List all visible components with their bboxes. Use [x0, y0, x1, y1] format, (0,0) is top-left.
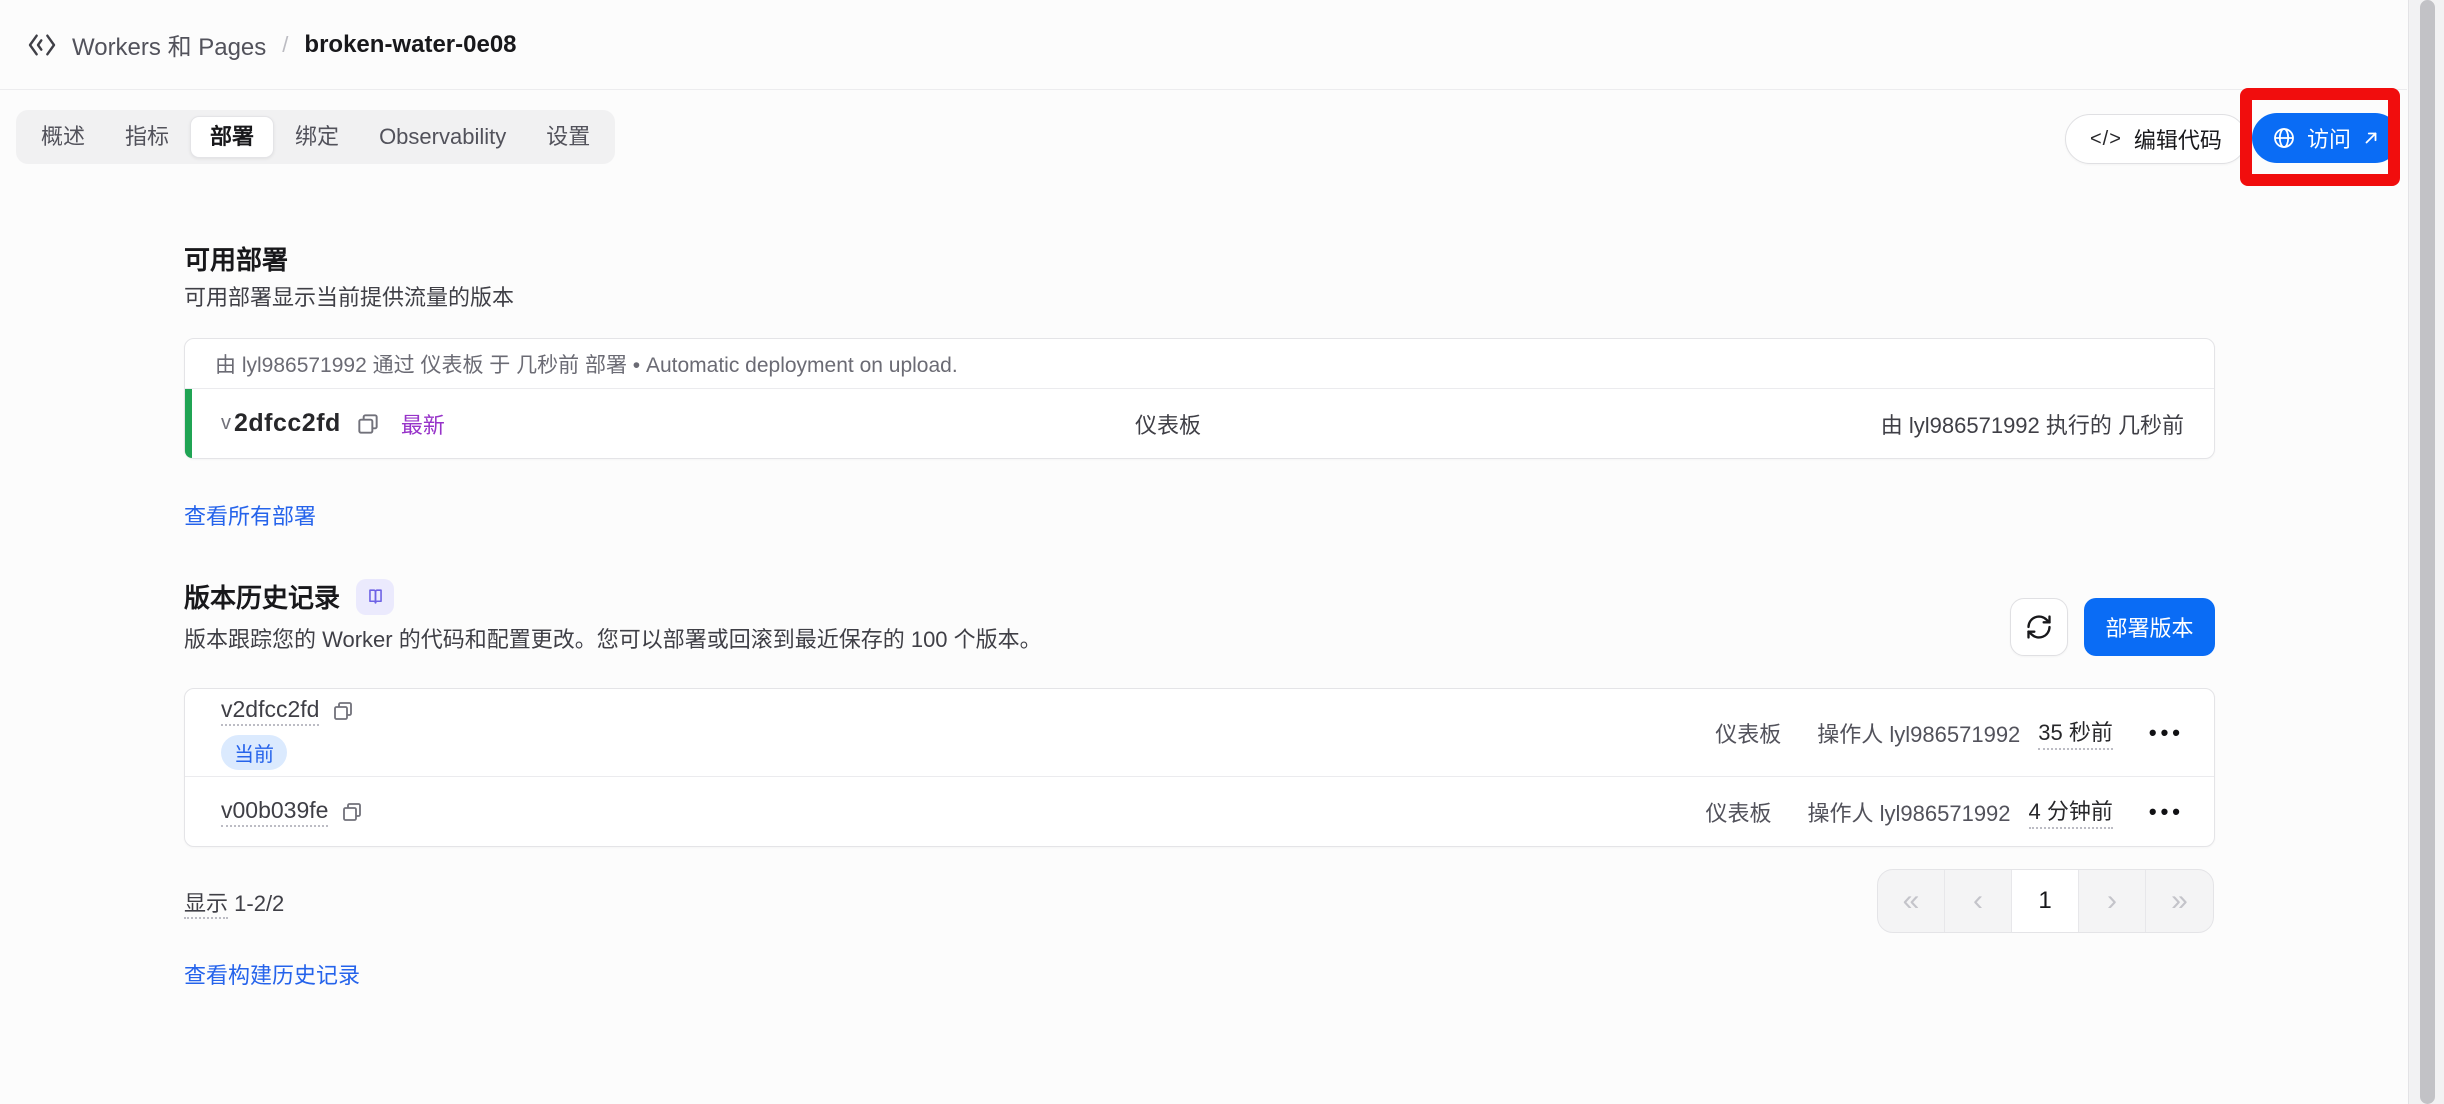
deployment-meta: 由 lyl986571992 通过 仪表板 于 几秒前 部署 • Automat…	[185, 339, 2214, 389]
active-deployment-row: v 2dfcc2fd 最新 仪表板 由 lyl986571992 执行的 几秒前	[185, 389, 2214, 458]
tab-bar: 概述 指标 部署 绑定 Observability 设置	[16, 110, 615, 164]
row-menu-button[interactable]: •••	[2149, 807, 2184, 817]
pagination: « ‹ 1 › »	[1877, 869, 2214, 933]
row-operator: 操作人 lyl986571992	[1817, 717, 2020, 749]
version-hash: 2dfcc2fd	[234, 409, 341, 438]
pagination-last-button[interactable]: »	[2146, 870, 2213, 932]
deployment-source: 仪表板	[1135, 408, 1201, 440]
scrollbar-track[interactable]	[2408, 0, 2444, 1104]
pagination-first-button[interactable]: «	[1878, 870, 1945, 932]
version-history-title: 版本历史记录	[184, 578, 340, 615]
version-link[interactable]: v2dfcc2fd	[221, 696, 319, 726]
tab-observability[interactable]: Observability	[360, 116, 525, 158]
showing-range: 1-2/2	[234, 891, 284, 916]
breadcrumb-section[interactable]: Workers 和 Pages	[72, 27, 266, 62]
current-badge: 当前	[221, 735, 287, 770]
version-history-subtitle: 版本跟踪您的 Worker 的代码和配置更改。您可以部署或回滚到最近保存的 10…	[184, 622, 1042, 654]
row-time[interactable]: 35 秒前	[2038, 715, 2113, 750]
book-icon	[366, 587, 385, 606]
tab-overview[interactable]: 概述	[22, 116, 104, 158]
available-deployments-subtitle: 可用部署显示当前提供流量的版本	[184, 280, 514, 312]
version-link[interactable]: v00b039fe	[221, 797, 328, 827]
breadcrumb: Workers 和 Pages / broken-water-0e08	[0, 0, 2407, 90]
latest-badge[interactable]: 最新	[401, 408, 445, 440]
copy-icon[interactable]	[355, 411, 381, 437]
deployment-executed-by: 由 lyl986571992 执行的 几秒前	[1881, 408, 2214, 440]
copy-icon[interactable]	[331, 699, 355, 723]
tab-metrics[interactable]: 指标	[106, 116, 188, 158]
active-deployment-card: 由 lyl986571992 通过 仪表板 于 几秒前 部署 • Automat…	[184, 338, 2215, 459]
breadcrumb-current: broken-water-0e08	[304, 31, 516, 59]
row-source: 仪表板	[1706, 796, 1772, 828]
showing-count: 显示 1-2/2	[184, 886, 284, 918]
version-row: v00b039fe 仪表板 操作人 lyl986571992 4 分钟前 •••	[185, 777, 2214, 846]
row-source: 仪表板	[1715, 717, 1781, 749]
code-icon: </>	[2090, 128, 2122, 151]
tab-deployments[interactable]: 部署	[190, 116, 274, 158]
version-row: v2dfcc2fd 当前 仪表板 操作人 lyl986571992 35 秒前 …	[185, 689, 2214, 777]
deploy-version-button[interactable]: 部署版本	[2084, 598, 2215, 656]
pagination-next-button[interactable]: ›	[2079, 870, 2146, 932]
globe-icon	[2272, 126, 2296, 150]
breadcrumb-separator: /	[282, 32, 288, 58]
scrollbar-thumb[interactable]	[2420, 0, 2435, 1104]
view-build-history-link[interactable]: 查看构建历史记录	[184, 958, 360, 990]
tab-bindings[interactable]: 绑定	[276, 116, 358, 158]
refresh-icon	[2025, 613, 2053, 641]
edit-code-label: 编辑代码	[2134, 123, 2222, 155]
row-operator: 操作人 lyl986571992	[1808, 796, 2011, 828]
external-link-icon	[2362, 129, 2380, 147]
workers-pages-icon	[26, 29, 58, 61]
refresh-button[interactable]	[2010, 598, 2068, 656]
visit-button[interactable]: 访问	[2252, 113, 2400, 163]
version-prefix: v	[221, 412, 231, 435]
copy-icon[interactable]	[340, 800, 364, 824]
tab-settings[interactable]: 设置	[527, 116, 609, 158]
available-deployments-title: 可用部署	[184, 240, 288, 277]
showing-label: 显示	[184, 891, 228, 919]
view-all-deployments-link[interactable]: 查看所有部署	[184, 499, 316, 531]
visit-label: 访问	[2307, 122, 2351, 154]
version-history-card: v2dfcc2fd 当前 仪表板 操作人 lyl986571992 35 秒前 …	[184, 688, 2215, 847]
row-menu-button[interactable]: •••	[2149, 728, 2184, 738]
edit-code-button[interactable]: </> 编辑代码	[2065, 114, 2247, 164]
active-indicator-bar	[185, 389, 192, 458]
row-time[interactable]: 4 分钟前	[2029, 794, 2113, 829]
docs-badge[interactable]	[356, 579, 394, 615]
pagination-current-page[interactable]: 1	[2012, 870, 2079, 932]
pagination-prev-button[interactable]: ‹	[1945, 870, 2012, 932]
